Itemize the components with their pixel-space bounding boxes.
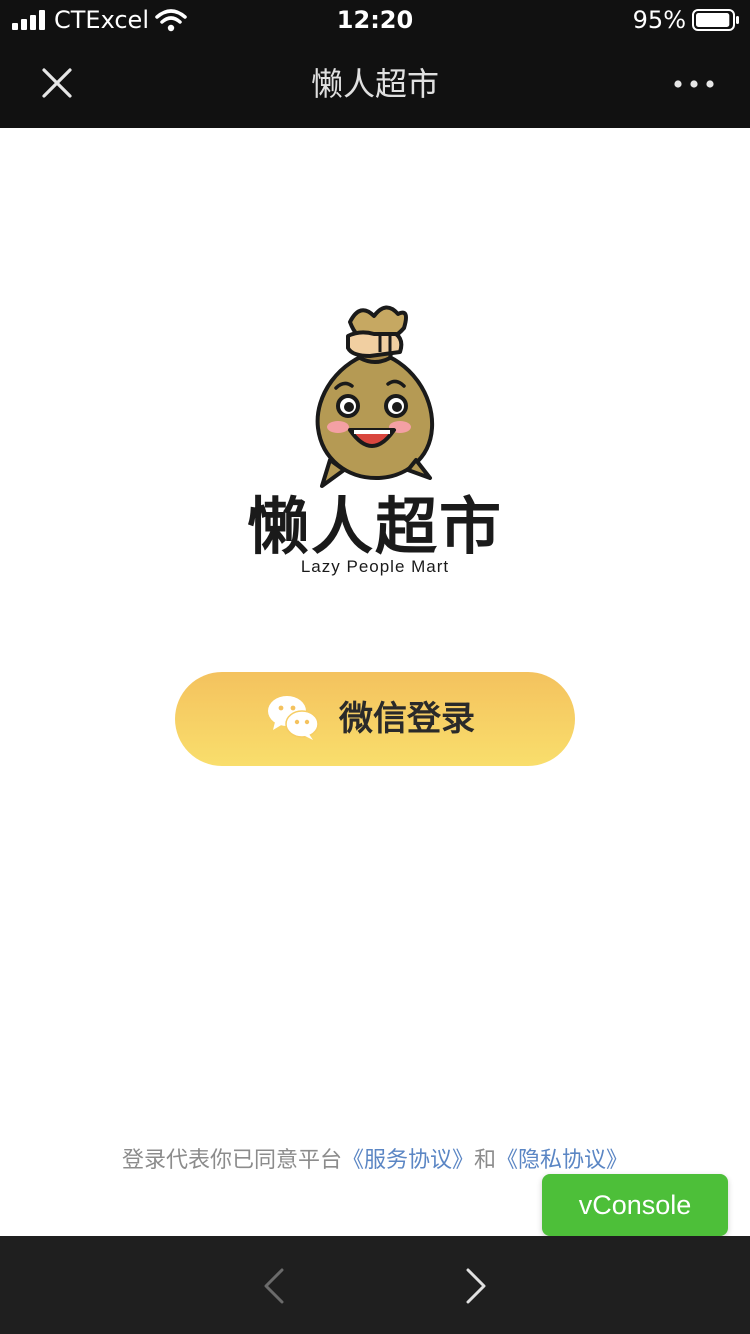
battery-percentage: 95% [632, 6, 686, 34]
close-icon[interactable] [36, 62, 78, 104]
forward-arrow-icon[interactable] [460, 1266, 492, 1306]
service-agreement-link[interactable]: 《服务协议》 [342, 1148, 474, 1173]
nav-bar: 懒人超市 [0, 40, 750, 128]
more-icon[interactable] [672, 70, 716, 98]
vconsole-button[interactable]: vConsole [542, 1174, 728, 1236]
status-bar: CTExcel 12:20 95% [0, 0, 750, 40]
logo-title-en: Lazy People Mart [300, 557, 450, 576]
mascot-bag-icon [315, 305, 435, 488]
wechat-login-button[interactable]: 微信登录 [175, 672, 575, 766]
battery-icon [692, 9, 739, 31]
back-arrow-icon[interactable] [258, 1266, 290, 1306]
agreement-prefix: 登录代表你已同意平台 [121, 1148, 342, 1173]
agreement-text: 登录代表你已同意平台《服务协议》和《隐私协议》 [0, 1146, 750, 1176]
browser-toolbar [0, 1236, 750, 1334]
privacy-agreement-link[interactable]: 《隐私协议》 [496, 1148, 628, 1173]
login-page: 懒人超市 Lazy People Mart 微信登录 登录代表你已同意平台《服务… [0, 128, 750, 1236]
wechat-icon [268, 696, 319, 740]
wechat-login-label: 微信登录 [339, 699, 475, 739]
agreement-conjunction: 和 [474, 1148, 497, 1173]
logo-title-cn: 懒人超市 [246, 490, 503, 563]
page-title: 懒人超市 [310, 65, 439, 103]
